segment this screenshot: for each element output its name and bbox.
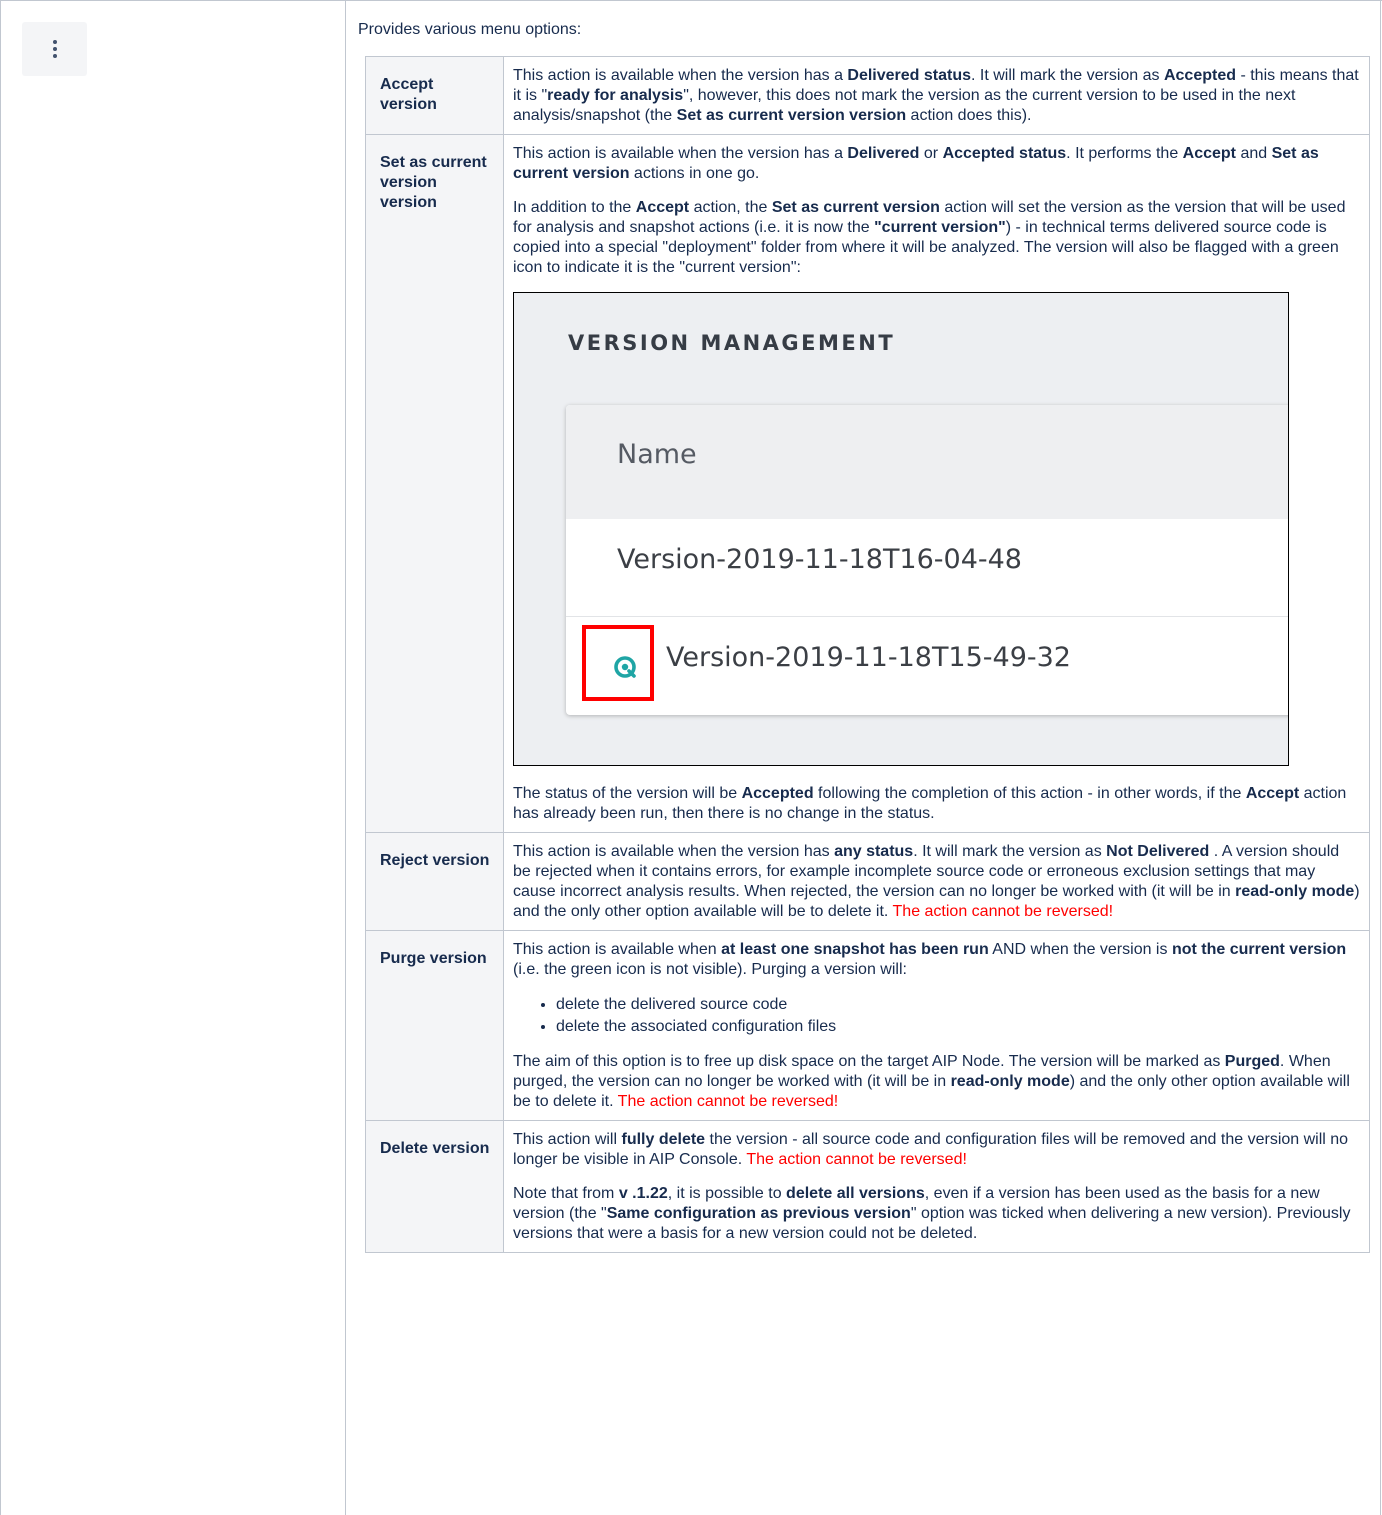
row-header-reject: Reject version (365, 832, 504, 931)
row-header-delete: Delete version (365, 1120, 504, 1253)
menu-options-table: Accept version This action is available … (365, 56, 1370, 1253)
set-current-description-3: The status of the version will be Accept… (513, 785, 1347, 822)
version-management-screenshot: VERSION MANAGEMENT Name Version-2019-11-… (513, 292, 1289, 766)
table-row-accept: Accept version This action is available … (365, 56, 1370, 135)
table-row-set-current: Set as current version version This acti… (365, 134, 1370, 833)
screenshot-row-1: Version-2019-11-18T16-04-48 (566, 519, 1288, 617)
set-current-description-2: In addition to the Accept action, the Se… (513, 199, 1346, 276)
irreversible-warning: The action cannot be reversed! (617, 1093, 839, 1110)
current-version-icon (614, 656, 636, 678)
more-actions-button[interactable] (22, 22, 87, 76)
row-body-reject: This action is available when the versio… (503, 832, 1370, 931)
row-body-delete: This action will fully delete the versio… (503, 1120, 1370, 1253)
row-body-purge: This action is available when at least o… (503, 930, 1370, 1121)
table-row-reject: Reject version This action is available … (365, 832, 1370, 931)
purge-bullet-list: delete the delivered source code delete … (513, 994, 1360, 1038)
intro-text: Provides various menu options: (358, 21, 582, 38)
list-item: delete the associated configuration file… (556, 1016, 1360, 1038)
irreversible-warning: The action cannot be reversed! (892, 903, 1114, 920)
irreversible-warning: The action cannot be reversed! (746, 1151, 967, 1168)
row-header-set-current: Set as current version version (365, 134, 504, 833)
screenshot-title: VERSION MANAGEMENT (568, 331, 896, 355)
outer-left-border (0, 0, 1, 1515)
accept-description: This action is available when the versio… (513, 67, 1359, 124)
outer-right-border (1380, 0, 1381, 1515)
delete-description-2: Note that from v .1.22, it is possible t… (513, 1185, 1351, 1242)
screenshot-version-table: Name Version-2019-11-18T16-04-48 Version… (566, 405, 1288, 715)
set-current-description-1: This action is available when the versio… (513, 145, 1319, 182)
row-header-accept: Accept version (365, 56, 504, 135)
purge-description-1: This action is available when at least o… (513, 941, 1347, 978)
outer-top-border (0, 0, 1382, 1)
reject-description: This action is available when the versio… (513, 843, 1360, 920)
column-divider (345, 0, 346, 1515)
delete-description-1: This action will fully delete the versio… (513, 1131, 1349, 1168)
row-header-purge: Purge version (365, 930, 504, 1121)
row-body-accept: This action is available when the versio… (503, 56, 1370, 135)
screenshot-row-2: Version-2019-11-18T15-49-32 (566, 617, 1288, 715)
vertical-ellipsis-icon (52, 40, 57, 58)
purge-description-2: The aim of this option is to free up dis… (513, 1053, 1350, 1110)
list-item: delete the delivered source code (556, 994, 1360, 1016)
screenshot-column-header: Name (566, 405, 1288, 519)
table-row-delete: Delete version This action will fully de… (365, 1120, 1370, 1253)
row-body-set-current: This action is available when the versio… (503, 134, 1370, 833)
table-row-purge: Purge version This action is available w… (365, 930, 1370, 1121)
